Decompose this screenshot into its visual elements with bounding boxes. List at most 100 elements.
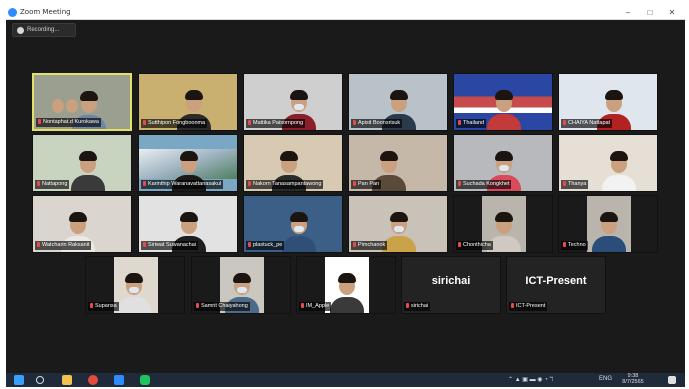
face-mask [499, 165, 509, 171]
close-button[interactable]: ✕ [661, 6, 683, 20]
participant-tile[interactable]: Mattika Paisornpong [243, 73, 343, 131]
language-indicator[interactable]: ENG [599, 376, 612, 382]
face-mask [394, 226, 404, 232]
participant-hair [280, 151, 298, 161]
windows-start-icon[interactable] [14, 375, 24, 385]
clock[interactable]: 9:38 8/7/2565 [620, 373, 646, 385]
muted-mic-icon [353, 181, 356, 187]
participant-display-name: sirichai [431, 275, 471, 287]
zoom-icon[interactable] [114, 375, 124, 385]
participant-name-tag: Thailand [456, 119, 487, 128]
participant-name-tag: CHAIYA Nattapat [561, 119, 613, 128]
participant-name-tag: IM_Apple [299, 302, 332, 311]
participant-tile[interactable]: Apisit Boonsrisuk [348, 73, 448, 131]
participant-tile[interactable]: ICT-Present ICT-Present [506, 256, 606, 314]
participant-tile[interactable]: Nakorn Tanasampantawong [243, 134, 343, 192]
participant-name-tag: Suchada Kongkhet [456, 180, 512, 189]
muted-mic-icon [458, 242, 461, 248]
participant-hair [290, 90, 308, 100]
participant-name: CHAIYA Nattapat [568, 120, 611, 126]
participant-name: ICT-Present [516, 303, 546, 309]
participant-tile[interactable]: Supansa [85, 256, 185, 314]
participant-tile[interactable]: Chonthicha [453, 195, 553, 253]
file-explorer-icon[interactable] [62, 375, 72, 385]
participant-tile[interactable]: Techno [558, 195, 658, 253]
participant-tile[interactable]: Pimchanok [348, 195, 448, 253]
participant-tile[interactable]: Thailand [453, 73, 553, 131]
participant-hair [180, 212, 198, 222]
muted-mic-icon [37, 181, 40, 187]
participant-name: Thailand [463, 120, 485, 126]
participant-name: Sutthipon Fongboonma [148, 120, 206, 126]
participant-name: Siriwat Suwanachai [148, 242, 196, 248]
muted-mic-icon [248, 242, 251, 248]
line-icon[interactable] [140, 375, 150, 385]
participant-name: Karinthip Waranavattanasakul [148, 181, 222, 187]
recording-label: Recording... [27, 27, 60, 33]
recording-indicator[interactable]: Recording... [12, 23, 76, 37]
participant-face [66, 99, 78, 113]
muted-mic-icon [248, 120, 251, 126]
participant-video [587, 196, 631, 252]
participant-tile[interactable]: Karinthip Waranavattanasakul [138, 134, 238, 192]
zoom-window: Zoom Meeting – □ ✕ Recording... Nontapha… [6, 6, 685, 387]
participant-video [114, 257, 158, 313]
participant-hair [338, 273, 356, 283]
participant-name-tag: Samrit Chaiyahong [194, 302, 250, 311]
participant-tile[interactable]: Samrit Chaiyahong [191, 256, 291, 314]
face-mask [294, 104, 304, 110]
participant-hair [233, 273, 251, 283]
muted-mic-icon [301, 303, 304, 309]
participant-tile[interactable]: IM_Apple [296, 256, 396, 314]
participant-tile[interactable]: Watcharin Raksanit [32, 195, 132, 253]
participant-tile[interactable]: Siriwat Suwanachai [138, 195, 238, 253]
muted-mic-icon [90, 303, 93, 309]
chrome-icon[interactable] [88, 375, 98, 385]
participant-tile[interactable]: Sutthipon Fongboonma [138, 73, 238, 131]
zoom-app-icon [8, 8, 17, 17]
face-mask [237, 287, 247, 293]
muted-mic-icon [143, 242, 146, 248]
participant-name-tag: Nattapong [35, 180, 70, 189]
participant-name-tag: Techno [561, 241, 588, 250]
participant-name: plastuck_pe [253, 242, 283, 248]
participant-tile[interactable]: Pan Pan [348, 134, 448, 192]
minimize-button[interactable]: – [617, 6, 639, 20]
muted-mic-icon [38, 119, 41, 125]
participant-tile[interactable]: Nontaphat.d Kurokawa [32, 73, 132, 131]
participant-body [330, 297, 364, 313]
windows-taskbar: ⌃ ▲ ▣ ▬ ◉ ◔ ℸ ENG 9:38 8/7/2565 [6, 373, 685, 387]
participant-tile[interactable]: Nattapong [32, 134, 132, 192]
participant-hair [495, 212, 513, 222]
participant-tile[interactable]: sirichai sirichai [401, 256, 501, 314]
maximize-button[interactable]: □ [639, 6, 661, 20]
participant-display-name: ICT-Present [525, 275, 587, 287]
participant-hair [80, 91, 98, 101]
participant-tile[interactable]: plastuck_pe [243, 195, 343, 253]
title-bar: Zoom Meeting – □ ✕ [6, 6, 685, 20]
participant-name: Pan Pan [358, 181, 380, 187]
participant-hair [390, 212, 408, 222]
participant-name: Chonthicha [463, 242, 491, 248]
muted-mic-icon [248, 181, 251, 187]
participant-name-tag: ICT-Present [509, 302, 548, 311]
participant-name-tag: sirichai [404, 302, 431, 311]
participant-body [602, 175, 636, 191]
participant-name: Pimchanok [358, 242, 386, 248]
participant-tile[interactable]: CHAIYA Nattapat [558, 73, 658, 131]
participant-name-tag: Karinthip Waranavattanasakul [141, 180, 224, 189]
participant-name-tag: Thanya [561, 180, 589, 189]
muted-mic-icon [458, 120, 461, 126]
clock-date: 8/7/2565 [622, 379, 644, 385]
notifications-icon[interactable] [668, 376, 676, 384]
participant-tile[interactable]: Suchada Kongkhet [453, 134, 553, 192]
participant-tile[interactable]: Thanya [558, 134, 658, 192]
muted-mic-icon [406, 303, 409, 309]
muted-mic-icon [511, 303, 514, 309]
muted-mic-icon [143, 181, 146, 187]
search-icon[interactable] [36, 376, 44, 384]
system-tray-icons[interactable]: ⌃ ▲ ▣ ▬ ◉ ◔ ℸ [508, 376, 553, 383]
participant-hair [69, 212, 87, 222]
participant-body [117, 297, 151, 313]
muted-mic-icon [353, 120, 356, 126]
